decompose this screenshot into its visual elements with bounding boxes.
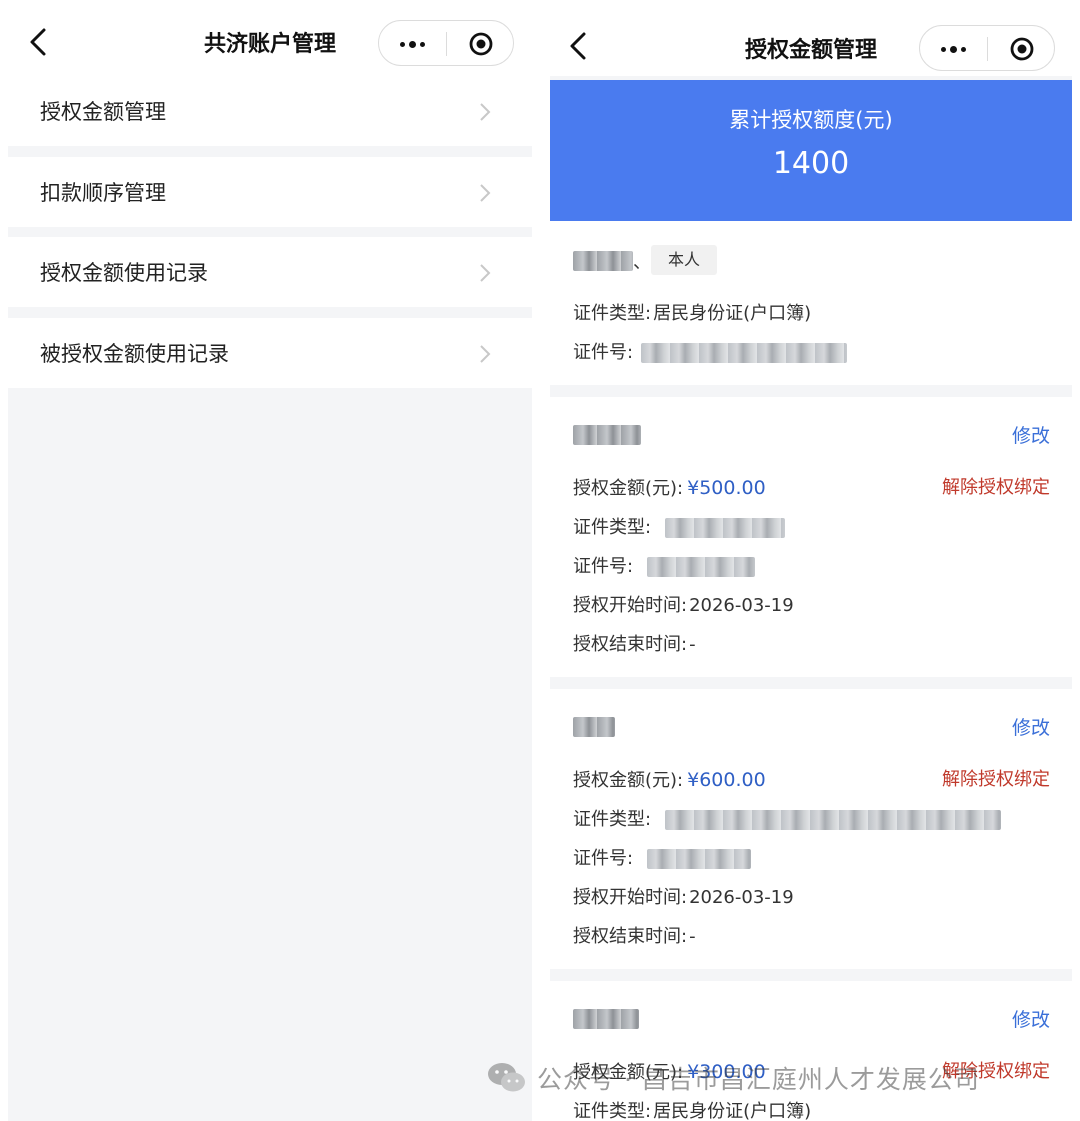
id-type-row: 证件类型: bbox=[573, 513, 786, 539]
miniprogram-close-icon bbox=[1010, 37, 1033, 61]
total-authorized-label: 累计授权额度(元) bbox=[729, 108, 893, 132]
more-button[interactable] bbox=[379, 21, 446, 67]
id-type-label: 证件类型: bbox=[573, 517, 652, 538]
more-dots-icon-right bbox=[961, 46, 966, 52]
auth-amount-label: 授权金额(元): bbox=[573, 770, 684, 791]
authorized-person-card: 修改 授权金额(元): ¥500.00 解除授权绑定 证件类型: 证件号: 授权开… bbox=[550, 397, 1072, 677]
id-number-label: 证件号: bbox=[573, 342, 634, 363]
id-type-row: 证件类型: 居民身份证(户口簿) bbox=[573, 1097, 811, 1121]
auth-start-value: 2026-03-19 bbox=[689, 887, 794, 908]
auth-start-value: 2026-03-19 bbox=[689, 595, 794, 616]
auth-amount-row: 授权金额(元): ¥500.00 bbox=[573, 474, 766, 500]
capsule-menu bbox=[919, 25, 1055, 71]
more-button[interactable] bbox=[920, 26, 987, 72]
id-type-row: 证件类型: 居民身份证(户口簿) bbox=[573, 299, 811, 325]
chevron-right-icon bbox=[478, 101, 492, 123]
id-type-value: 居民身份证(户口簿) bbox=[653, 303, 812, 324]
more-dots-icon bbox=[941, 46, 946, 52]
redacted-name bbox=[573, 1009, 639, 1029]
unbind-authorization-link[interactable]: 解除授权绑定 bbox=[942, 765, 1050, 791]
edit-link[interactable]: 修改 bbox=[1012, 1005, 1050, 1032]
more-dots-icon-center bbox=[409, 40, 416, 48]
miniprogram-close-icon bbox=[469, 32, 492, 56]
auth-end-row: 授权结束时间: - bbox=[573, 630, 696, 656]
auth-amount-label: 授权金额(元): bbox=[573, 478, 684, 499]
auth-start-row: 授权开始时间: 2026-03-19 bbox=[573, 883, 794, 909]
menu-item-authorized-usage-records[interactable]: 被授权金额使用记录 bbox=[8, 318, 532, 388]
navigation-bar: 授权金额管理 bbox=[550, 0, 1072, 76]
menu-item-label: 授权金额使用记录 bbox=[40, 261, 208, 285]
auth-amount-value: ¥500.00 bbox=[687, 477, 766, 499]
navigation-bar: 共济账户管理 bbox=[8, 0, 532, 76]
id-number-row: 证件号: bbox=[573, 552, 756, 578]
self-tag-badge: 本人 bbox=[651, 245, 717, 275]
more-dots-icon-right bbox=[420, 41, 425, 47]
id-number-row: 证件号: bbox=[573, 338, 848, 364]
id-type-row: 证件类型: bbox=[573, 805, 1002, 831]
redacted-id-type bbox=[665, 810, 1002, 830]
auth-amount-row: 授权金额(元): ¥300.00 bbox=[573, 1058, 766, 1084]
capsule-menu bbox=[378, 20, 514, 66]
menu-item-label: 授权金额管理 bbox=[40, 100, 166, 124]
redacted-id-type bbox=[665, 518, 786, 538]
authorized-person-card: 修改 授权金额(元): ¥300.00 解除授权绑定 证件类型: 居民身份证(户口簿… bbox=[550, 981, 1072, 1121]
edit-link[interactable]: 修改 bbox=[1012, 713, 1050, 740]
close-miniprogram-button[interactable] bbox=[447, 21, 514, 67]
menu-item-label: 被授权金额使用记录 bbox=[40, 342, 229, 366]
id-number-label: 证件号: bbox=[573, 848, 634, 869]
chevron-right-icon bbox=[478, 262, 492, 284]
id-number-label: 证件号: bbox=[573, 556, 634, 577]
auth-start-row: 授权开始时间: 2026-03-19 bbox=[573, 591, 794, 617]
name-separator: 、 bbox=[633, 252, 651, 273]
menu-item-deduction-order[interactable]: 扣款顺序管理 bbox=[8, 157, 532, 227]
auth-end-label: 授权结束时间: bbox=[573, 926, 688, 947]
auth-start-label: 授权开始时间: bbox=[573, 595, 688, 616]
unbind-authorization-link[interactable]: 解除授权绑定 bbox=[942, 1057, 1050, 1083]
id-number-row: 证件号: bbox=[573, 844, 752, 870]
redacted-name bbox=[573, 251, 633, 271]
total-authorized-banner: 累计授权额度(元) 1400 bbox=[550, 80, 1072, 221]
id-type-label: 证件类型: bbox=[573, 303, 652, 324]
more-dots-icon bbox=[400, 41, 405, 47]
auth-start-label: 授权开始时间: bbox=[573, 887, 688, 908]
self-account-card: 、 本人 证件类型: 居民身份证(户口簿) 证件号: bbox=[550, 221, 1072, 385]
redacted-name bbox=[573, 425, 641, 445]
left-screen: 共济账户管理 授权金额管理 扣款顺序管理 授权金额使用记录 被授权金额使用记录 bbox=[8, 0, 532, 1121]
chevron-right-icon bbox=[478, 182, 492, 204]
id-type-value: 居民身份证(户口簿) bbox=[653, 1101, 812, 1121]
right-screen: 授权金额管理 累计授权额度(元) 1400 、 本人 证件类型: 居民身份证(户口… bbox=[550, 0, 1072, 1121]
auth-end-value: - bbox=[689, 926, 696, 947]
redacted-id-number bbox=[641, 343, 848, 363]
auth-amount-label: 授权金额(元): bbox=[573, 1062, 684, 1083]
unbind-authorization-link[interactable]: 解除授权绑定 bbox=[942, 473, 1050, 499]
auth-amount-value: ¥600.00 bbox=[687, 769, 766, 791]
more-dots-icon-center bbox=[950, 45, 957, 53]
auth-end-value: - bbox=[689, 634, 696, 655]
redacted-id-number bbox=[647, 557, 756, 577]
redacted-id-number bbox=[647, 849, 752, 869]
edit-link[interactable]: 修改 bbox=[1012, 421, 1050, 448]
authorized-person-card: 修改 授权金额(元): ¥600.00 解除授权绑定 证件类型: 证件号: 授权开… bbox=[550, 689, 1072, 969]
chevron-right-icon bbox=[478, 343, 492, 365]
auth-end-row: 授权结束时间: - bbox=[573, 922, 696, 948]
close-miniprogram-button[interactable] bbox=[988, 26, 1055, 72]
id-type-label: 证件类型: bbox=[573, 1101, 652, 1121]
id-type-label: 证件类型: bbox=[573, 809, 652, 830]
total-authorized-value: 1400 bbox=[772, 146, 850, 181]
redacted-name bbox=[573, 717, 615, 737]
menu-item-label: 扣款顺序管理 bbox=[40, 181, 166, 205]
auth-amount-row: 授权金额(元): ¥600.00 bbox=[573, 766, 766, 792]
menu-item-auth-amount-management[interactable]: 授权金额管理 bbox=[8, 76, 532, 146]
auth-end-label: 授权结束时间: bbox=[573, 634, 688, 655]
auth-amount-value: ¥300.00 bbox=[687, 1061, 766, 1083]
menu-item-auth-usage-records[interactable]: 授权金额使用记录 bbox=[8, 237, 532, 307]
